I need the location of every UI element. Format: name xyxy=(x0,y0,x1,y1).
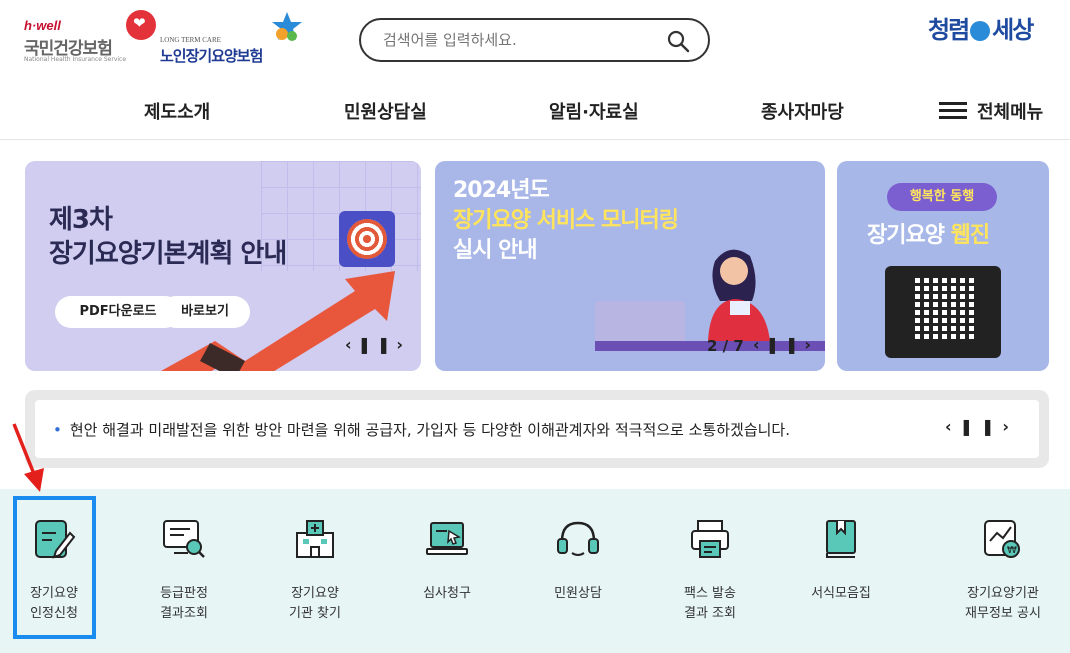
hospital-building-icon xyxy=(296,520,334,558)
quick-item-label: 장기요양 기관 찾기 xyxy=(289,586,341,621)
hamburger-icon[interactable] xyxy=(939,102,967,120)
nav-item-system[interactable]: 제도소개 xyxy=(144,98,210,124)
banner-webzine[interactable]: 행복한 동행 장기요양 웹진 xyxy=(837,161,1049,371)
integrity-logo-text-a: 청렴 xyxy=(928,16,970,44)
banner-plan-line2: 장기요양기본계획 안내 xyxy=(49,239,287,269)
monitor-search-icon xyxy=(163,520,205,558)
webzine-title-b: 웹진 xyxy=(950,223,990,248)
nav-item-workers[interactable]: 종사자마당 xyxy=(761,98,844,124)
chevron-left-icon[interactable]: ‹ xyxy=(945,417,960,436)
webzine-pill: 행복한 동행 xyxy=(887,183,997,211)
pause-icon[interactable]: ❚❚ xyxy=(766,335,805,354)
banner-plan-controls[interactable]: ‹❚❚› xyxy=(345,335,409,354)
heart-icon xyxy=(126,10,156,40)
svg-text:₩: ₩ xyxy=(1007,545,1017,556)
pause-icon[interactable]: ❚❚ xyxy=(358,335,397,354)
integrity-logo-text-b: 세상 xyxy=(992,16,1034,44)
search-box[interactable] xyxy=(359,18,710,62)
quick-item-forms[interactable]: 서식모음집 xyxy=(781,489,901,653)
quick-item-label: 팩스 발송 결과 조회 xyxy=(684,586,736,621)
chevron-left-icon[interactable]: ‹ xyxy=(345,335,358,354)
view-button[interactable]: 바로보기 xyxy=(160,296,250,328)
search-input[interactable] xyxy=(383,30,653,50)
ltc-eng-name: LONG TERM CARE xyxy=(160,36,221,44)
banner-monitoring-line2: 장기요양 서비스 모니터링 xyxy=(453,208,679,233)
nav-item-civil[interactable]: 민원상담실 xyxy=(344,98,427,124)
integrity-logo[interactable]: 청렴 세상 xyxy=(928,10,1052,50)
notice-controls[interactable]: ‹❚❚› xyxy=(945,417,1017,436)
ltc-logo[interactable]: LONG TERM CARE 노인장기요양보험 xyxy=(160,10,310,66)
qr-code-icon xyxy=(885,266,1001,358)
webzine-title-a: 장기요양 xyxy=(867,223,951,248)
banner-plan[interactable]: 제3차 장기요양기본계획 안내 PDF다운로드 바로보기 ‹❚❚› xyxy=(25,161,421,371)
banner-monitoring-title: 2024년도 장기요양 서비스 모니터링 실시 안내 xyxy=(453,176,679,266)
banner-plan-title: 제3차 장기요양기본계획 안내 xyxy=(49,203,287,271)
finance-chart-icon: ₩ xyxy=(984,520,1020,558)
banner-plan-line1: 제3차 xyxy=(49,205,113,235)
quick-item-label: 서식모음집 xyxy=(811,586,871,601)
fax-icon xyxy=(691,520,729,558)
quick-item-grade-result[interactable]: 등급판정 결과조회 xyxy=(124,489,244,653)
banner-monitoring-line3: 실시 안내 xyxy=(453,238,538,263)
pause-icon[interactable]: ❚❚ xyxy=(960,417,1003,436)
site-header: h·well 국민건강보험 National Health Insurance … xyxy=(0,0,1070,80)
quick-menu: 장기요양 인정신청 등급판정 결과조회 장기요양 기관 찾기 심사청구 민원상담… xyxy=(0,489,1070,653)
highlight-box xyxy=(13,496,96,639)
quick-item-label: 장기요양기관 재무정보 공시 xyxy=(965,586,1041,621)
quick-item-finance-disclosure[interactable]: ₩ 장기요양기관 재무정보 공시 xyxy=(943,489,1063,653)
laptop-cursor-icon xyxy=(426,522,468,555)
quick-item-find-facility[interactable]: 장기요양 기관 찾기 xyxy=(255,489,375,653)
webzine-title: 장기요양 웹진 xyxy=(867,217,990,249)
notice-text[interactable]: 현안 해결과 미래발전을 위한 방안 마련을 위해 공급자, 가입자 등 다양한… xyxy=(70,421,790,439)
chevron-right-icon[interactable]: › xyxy=(804,335,817,354)
banner-monitoring-line1: 2024년도 xyxy=(453,178,550,203)
chevron-right-icon[interactable]: › xyxy=(396,335,409,354)
search-icon[interactable] xyxy=(666,29,690,53)
bullet-icon: • xyxy=(53,421,62,439)
banner-monitoring-controls[interactable]: ‹❚❚› xyxy=(753,335,817,354)
chevron-left-icon[interactable]: ‹ xyxy=(753,335,766,354)
main-nav: 제도소개 민원상담실 알림·자료실 종사자마당 전체메뉴 xyxy=(0,80,1070,140)
woman-illustration xyxy=(708,249,770,341)
quick-item-label: 등급판정 결과조회 xyxy=(160,586,208,621)
globe-icon xyxy=(970,21,991,41)
notice-text-row[interactable]: • 현안 해결과 미래발전을 위한 방안 마련을 위해 공급자, 가입자 등 다양… xyxy=(53,419,790,440)
nhis-eng-name: National Health Insurance Service xyxy=(24,56,127,63)
headset-icon xyxy=(557,521,599,556)
nhis-logo[interactable]: h·well 국민건강보험 National Health Insurance … xyxy=(24,10,156,66)
star-logo-icon xyxy=(272,12,302,41)
hwell-brand: h·well xyxy=(24,18,61,33)
notice-inner: • 현안 해결과 미래발전을 위한 방안 마련을 위해 공급자, 가입자 등 다양… xyxy=(35,400,1039,458)
book-icon xyxy=(826,520,856,558)
quick-item-fax-result[interactable]: 팩스 발송 결과 조회 xyxy=(650,489,770,653)
nav-all-menu[interactable]: 전체메뉴 xyxy=(977,98,1043,124)
quick-item-review-claim[interactable]: 심사청구 xyxy=(387,489,507,653)
slide-counter: 2 / 7 xyxy=(707,337,744,355)
annotation-arrow-icon xyxy=(12,423,44,492)
banner-monitoring[interactable]: 2024년도 장기요양 서비스 모니터링 실시 안내 2 / 7 ‹❚❚› xyxy=(435,161,825,371)
notice-bar: • 현안 해결과 미래발전을 위한 방안 마련을 위해 공급자, 가입자 등 다양… xyxy=(25,390,1049,468)
target-icon xyxy=(339,211,395,267)
chevron-right-icon[interactable]: › xyxy=(1002,417,1017,436)
quick-item-civil-consult[interactable]: 민원상담 xyxy=(518,489,638,653)
nav-item-notice[interactable]: 알림·자료실 xyxy=(549,98,639,124)
quick-item-label: 민원상담 xyxy=(554,586,602,601)
ltc-name: 노인장기요양보험 xyxy=(160,47,263,65)
quick-item-label: 심사청구 xyxy=(423,586,471,601)
